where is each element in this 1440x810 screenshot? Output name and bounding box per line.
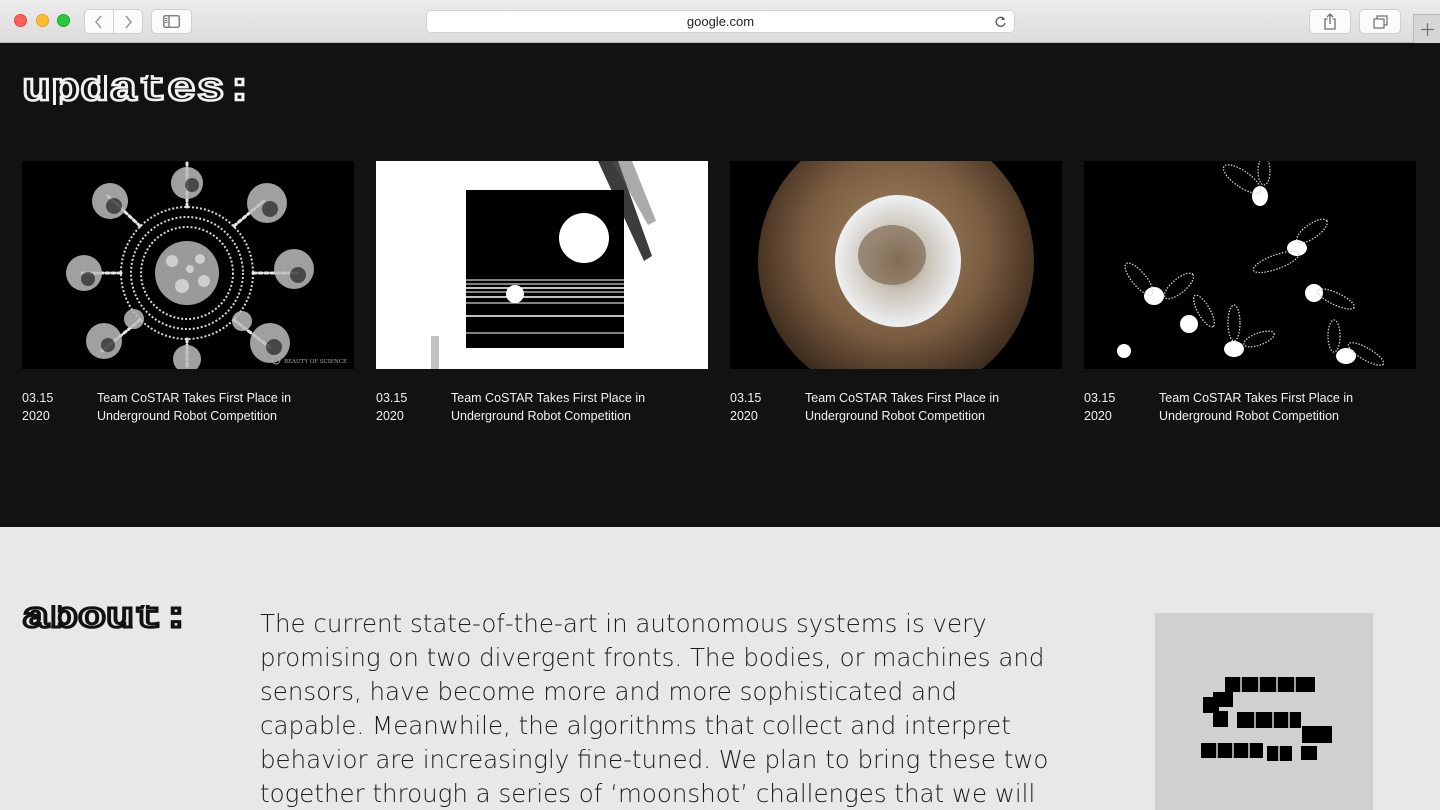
sidebar-button[interactable] bbox=[151, 9, 192, 34]
card-date: 03.15 2020 bbox=[1084, 391, 1116, 423]
updates-section: updates: BEAUTY OF SCIENCE 03.15 2020 Te… bbox=[0, 43, 1440, 527]
new-tab-button[interactable] bbox=[1413, 14, 1440, 43]
share-button[interactable] bbox=[1309, 9, 1351, 34]
card-image-sun-horizon[interactable] bbox=[376, 161, 708, 369]
about-paragraph: The current state-of-the-art in autonomo… bbox=[260, 609, 1049, 808]
image-watermark: BEAUTY OF SCIENCE bbox=[284, 359, 347, 365]
card-image-insects[interactable] bbox=[1084, 161, 1416, 369]
close-window-button[interactable] bbox=[14, 14, 27, 27]
about-section: about: The current state-of-the-art in a… bbox=[0, 527, 1440, 810]
update-card[interactable]: 03.15 2020 Team CoSTAR Takes First Place… bbox=[376, 161, 708, 425]
card-title-link[interactable]: Team CoSTAR Takes First Place in Undergr… bbox=[451, 389, 708, 425]
update-card[interactable]: 03.15 2020 Team CoSTAR Takes First Place… bbox=[1084, 161, 1416, 425]
forward-button[interactable] bbox=[114, 9, 143, 34]
card-title-link[interactable]: Team CoSTAR Takes First Place in Undergr… bbox=[1159, 389, 1416, 425]
updates-heading-svg: updates: bbox=[21, 67, 256, 115]
browser-toolbar: google.com bbox=[0, 0, 1440, 43]
back-icon bbox=[95, 15, 102, 28]
pixel-s-logo-icon bbox=[1201, 677, 1332, 761]
about-heading-svg: about: bbox=[21, 596, 192, 640]
address-text: google.com bbox=[686, 14, 755, 29]
card-date: 03.15 2020 bbox=[376, 391, 408, 423]
update-card[interactable]: BEAUTY OF SCIENCE 03.15 2020 Team CoSTAR… bbox=[22, 161, 354, 425]
pixel-logo-box bbox=[1155, 613, 1373, 810]
svg-text:updates:: updates: bbox=[22, 75, 254, 105]
address-bar[interactable]: google.com bbox=[426, 10, 1015, 33]
card-title-link[interactable]: Team CoSTAR Takes First Place in Undergr… bbox=[97, 389, 354, 425]
back-button[interactable] bbox=[84, 9, 114, 34]
minimize-window-button[interactable] bbox=[36, 14, 49, 27]
show-tabs-button[interactable] bbox=[1359, 9, 1401, 34]
reload-icon[interactable] bbox=[994, 15, 1007, 28]
updates-heading: updates: bbox=[21, 67, 258, 115]
tabs-icon bbox=[1372, 14, 1388, 29]
card-date: 03.15 2020 bbox=[730, 391, 762, 423]
sidebar-icon bbox=[163, 15, 180, 28]
card-title-link[interactable]: Team CoSTAR Takes First Place in Undergr… bbox=[805, 389, 1062, 425]
card-image-mars[interactable] bbox=[730, 161, 1062, 369]
card-image-fractal[interactable]: BEAUTY OF SCIENCE bbox=[22, 161, 354, 369]
about-heading: about: bbox=[21, 596, 192, 640]
maximize-window-button[interactable] bbox=[57, 14, 70, 27]
card-date: 03.15 2020 bbox=[22, 391, 54, 423]
svg-text:about:: about: bbox=[22, 605, 190, 633]
plus-icon bbox=[1420, 22, 1434, 36]
share-icon bbox=[1324, 13, 1336, 30]
forward-icon bbox=[125, 15, 132, 28]
update-card[interactable]: 03.15 2020 Team CoSTAR Takes First Place… bbox=[730, 161, 1062, 425]
